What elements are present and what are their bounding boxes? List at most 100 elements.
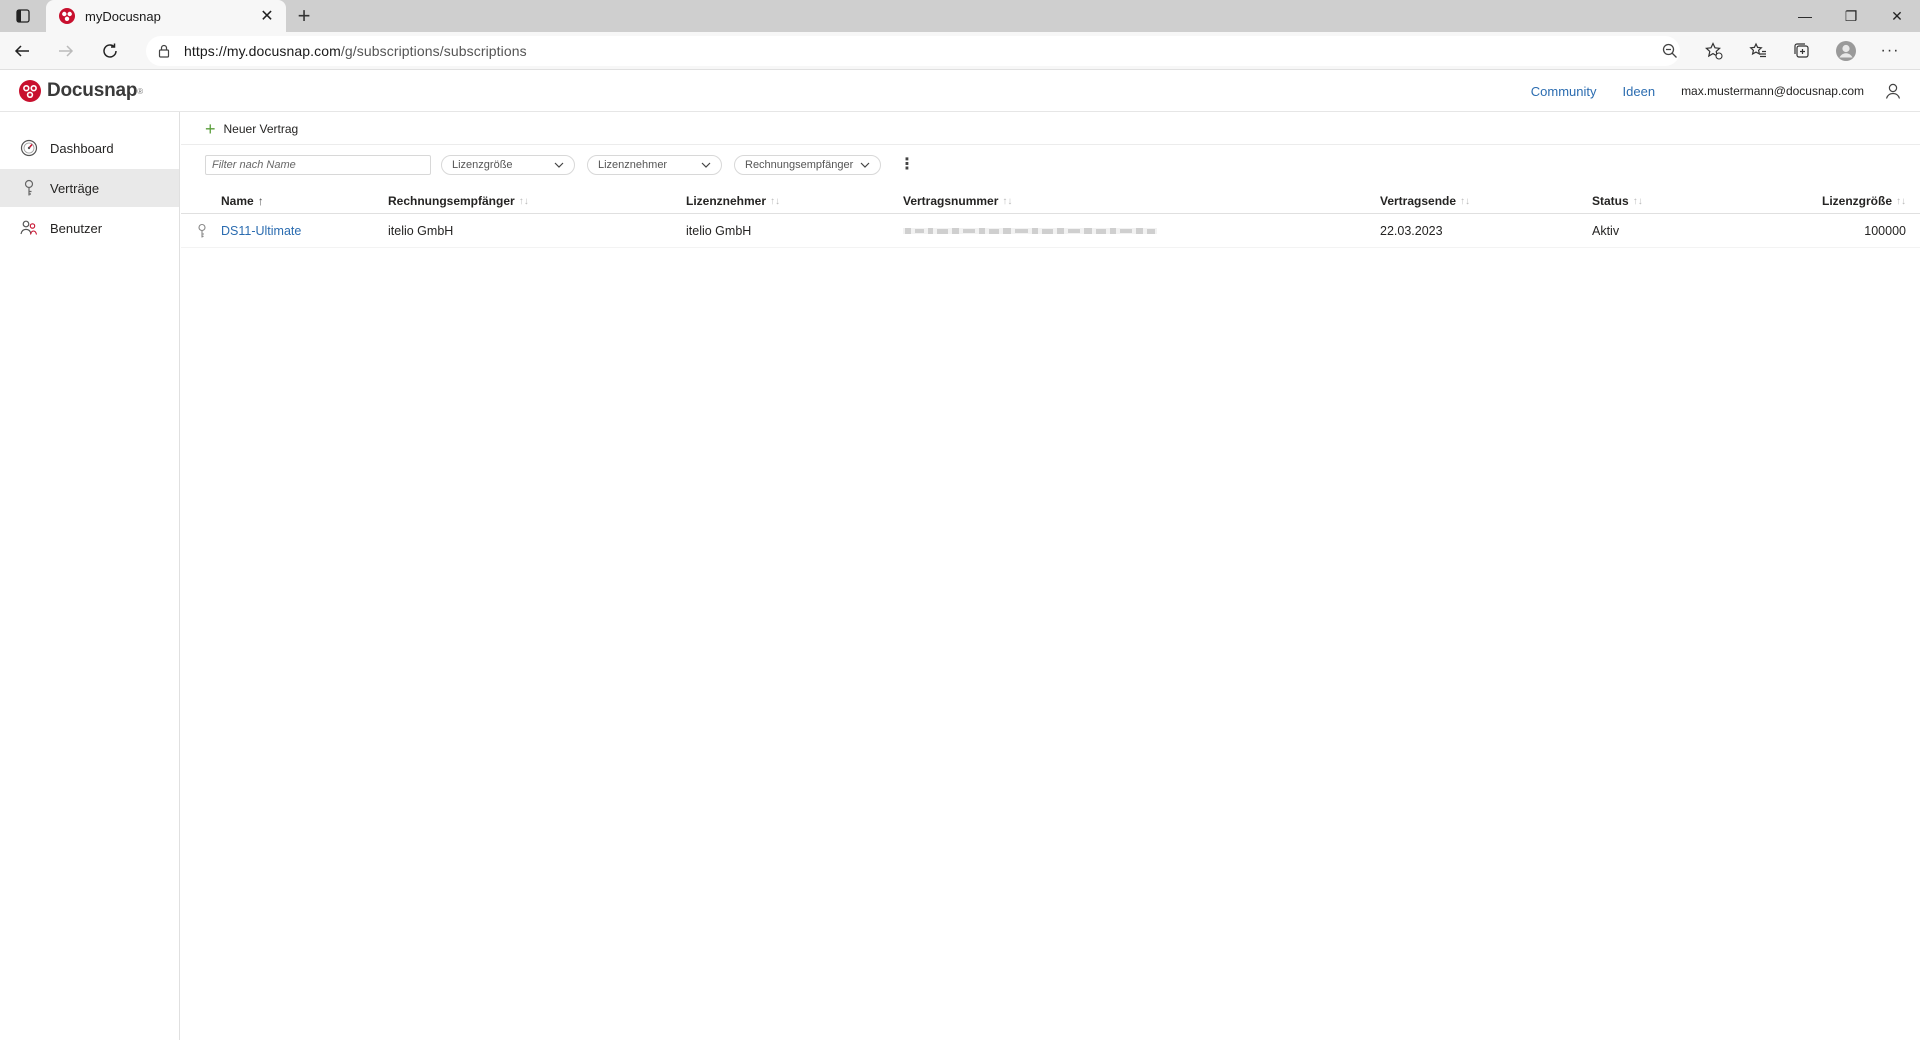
key-icon	[20, 179, 38, 197]
column-label: Vertragsnummer	[903, 194, 999, 208]
sidebar: Dashboard Verträge Benutzer	[0, 112, 180, 1040]
sort-icon: ↑↓	[1002, 195, 1013, 207]
app-header: Docusnap ® Community Ideen max.mustermann…	[0, 70, 1920, 112]
user-icon[interactable]	[1884, 82, 1902, 100]
column-header-status[interactable]: Status ↑↓	[1592, 194, 1643, 208]
settings-more-button[interactable]: ···	[1868, 32, 1912, 70]
key-icon	[198, 223, 206, 238]
column-label: Lizenzgröße	[1821, 194, 1892, 208]
column-header-licensee[interactable]: Lizenznehmer ↑↓	[686, 194, 780, 208]
chevron-down-icon	[860, 162, 870, 168]
column-label: Lizenznehmer	[686, 194, 767, 208]
arrow-left-icon	[14, 44, 29, 57]
url-host: https://my.docusnap.com	[184, 43, 341, 59]
collections-icon	[1794, 43, 1809, 58]
lock-icon	[158, 44, 170, 58]
profile-avatar-icon	[1836, 41, 1856, 61]
column-header-contract-number[interactable]: Vertragsnummer ↑↓	[903, 194, 1012, 208]
docusnap-favicon-icon	[59, 8, 75, 24]
header-right: Community Ideen max.mustermann@docusnap.…	[1531, 70, 1902, 112]
table-row[interactable]: DS11-Ultimate itelio GmbH itelio GmbH 22…	[181, 214, 1920, 248]
column-header-name[interactable]: Name ↑	[221, 194, 264, 208]
favorites-list-icon	[1749, 42, 1766, 58]
dropdown-label: Lizenznehmer	[598, 159, 668, 171]
sort-icon: ↑↓	[518, 195, 529, 207]
profile-button[interactable]	[1824, 32, 1868, 70]
add-favorite-button[interactable]	[1692, 32, 1736, 70]
user-email: max.mustermann@docusnap.com	[1681, 84, 1864, 98]
dropdown-label: Rechnungsempfänger	[745, 159, 854, 171]
new-contract-label: Neuer Vertrag	[223, 122, 299, 136]
window-controls: — ❐ ✕	[1782, 0, 1920, 32]
collections-button[interactable]	[1780, 32, 1824, 70]
column-label: Rechnungsempfänger	[388, 194, 515, 208]
chevron-down-icon	[554, 162, 564, 168]
column-label: Name	[221, 194, 254, 208]
column-label: Status	[1592, 194, 1629, 208]
brand-name: Docusnap	[47, 80, 138, 101]
browser-tab-bar: myDocusnap ✕ + — ❐ ✕	[0, 0, 1920, 32]
close-window-button[interactable]: ✕	[1874, 0, 1920, 32]
restore-button[interactable]: ❐	[1828, 0, 1874, 32]
speedometer-icon	[20, 139, 38, 157]
reload-icon	[103, 43, 117, 58]
licensee-dropdown[interactable]: Lizenznehmer	[587, 155, 722, 175]
chevron-down-icon	[701, 162, 711, 168]
close-tab-icon[interactable]: ✕	[258, 6, 276, 26]
favorites-button[interactable]	[1736, 32, 1780, 70]
new-tab-button[interactable]: +	[286, 0, 322, 32]
filter-name-input[interactable]	[205, 155, 431, 175]
sort-icon: ↑↓	[1632, 195, 1643, 207]
sidebar-item-label: Dashboard	[50, 140, 114, 156]
sort-ascending-icon: ↑	[257, 194, 264, 208]
users-icon	[20, 219, 38, 237]
cell-contract-end: 22.03.2023	[1380, 224, 1443, 238]
cell-licensee: itelio GmbH	[686, 224, 752, 238]
sidebar-item-benutzer[interactable]: Benutzer	[0, 209, 179, 247]
plus-icon: +	[205, 119, 216, 139]
main-content: + Neuer Vertrag Lizenzgröße Lizenznehmer…	[181, 112, 1920, 1040]
sort-icon: ↑↓	[770, 195, 781, 207]
cell-license-size: 100000	[1864, 224, 1906, 238]
sidebar-item-label: Benutzer	[50, 220, 103, 236]
sidebar-item-vertraege[interactable]: Verträge	[0, 169, 179, 207]
address-bar[interactable]: https://my.docusnap.com/g/subscriptions/…	[146, 36, 1680, 66]
license-size-dropdown[interactable]: Lizenzgröße	[441, 155, 575, 175]
reload-button[interactable]	[88, 32, 132, 70]
sort-icon: ↑↓	[1896, 195, 1906, 207]
url-path: /g/subscriptions/subscriptions	[340, 43, 527, 59]
plus-icon: +	[297, 3, 311, 28]
sidebar-item-dashboard[interactable]: Dashboard	[0, 129, 179, 167]
column-label: Vertragsende	[1380, 194, 1457, 208]
command-bar-divider	[181, 144, 1920, 145]
cell-status: Aktiv	[1592, 224, 1620, 238]
tab-actions-button[interactable]	[0, 0, 46, 32]
browser-tab-active[interactable]: myDocusnap ✕	[46, 0, 286, 32]
invoice-recipient-dropdown[interactable]: Rechnungsempfänger	[734, 155, 881, 175]
minimize-button[interactable]: —	[1782, 0, 1828, 32]
column-header-contract-end[interactable]: Vertragsende ↑↓	[1380, 194, 1470, 208]
community-link[interactable]: Community	[1531, 84, 1597, 99]
url-text: https://my.docusnap.com/g/subscriptions/…	[184, 43, 527, 59]
table-header: Name ↑ Rechnungsempfänger ↑↓ Lizenznehmer ↑…	[181, 188, 1920, 214]
column-header-invoice-recipient[interactable]: Rechnungsempfänger ↑↓	[388, 194, 529, 208]
filter-bar: Lizenzgröße Lizenznehmer Rechnungsempfän…	[205, 154, 921, 176]
forward-button[interactable]	[44, 32, 88, 70]
contract-name-link[interactable]: DS11-Ultimate	[221, 224, 301, 238]
docusnap-logo[interactable]: Docusnap ®	[18, 79, 143, 103]
sidebar-item-label: Verträge	[50, 180, 100, 196]
column-header-license-size[interactable]: Lizenzgröße ↑↓	[1822, 194, 1906, 208]
back-button[interactable]	[0, 32, 44, 70]
sort-icon: ↑↓	[1460, 195, 1471, 207]
contracts-table: Name ↑ Rechnungsempfänger ↑↓ Lizenznehmer ↑…	[181, 188, 1920, 248]
star-add-icon	[1705, 42, 1723, 60]
browser-toolbar: https://my.docusnap.com/g/subscriptions/…	[0, 32, 1920, 70]
tab-title: myDocusnap	[85, 8, 161, 24]
dropdown-label: Lizenzgröße	[452, 159, 513, 171]
brand-registered-mark: ®	[137, 86, 144, 96]
zoom-button[interactable]	[1648, 32, 1692, 70]
ideas-link[interactable]: Ideen	[1623, 84, 1656, 99]
new-contract-button[interactable]: + Neuer Vertrag	[205, 119, 298, 139]
docusnap-logo-icon	[19, 80, 41, 102]
more-options-icon[interactable]: ⋮	[893, 157, 921, 173]
